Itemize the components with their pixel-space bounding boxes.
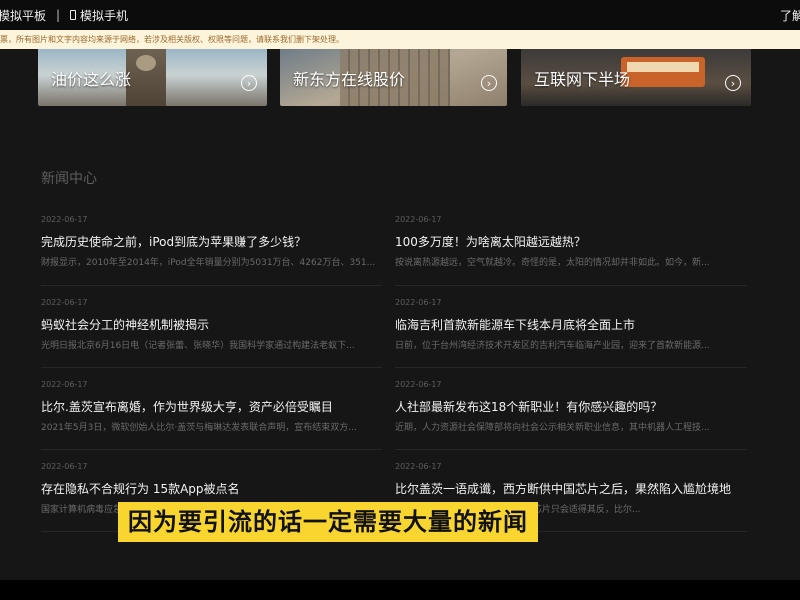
- news-date: 2022-06-17: [41, 298, 88, 307]
- news-date: 2022-06-17: [395, 462, 442, 471]
- chevron-right-circle-icon: ›: [481, 75, 497, 91]
- news-title[interactable]: 比尔盖茨一语成谶，西方断供中国芯片之后，果然陷入尴尬境地: [395, 480, 750, 498]
- notice-text: 票，所有图片和文字内容均来源于网络，若涉及相关版权、权限等问题，请联系我们删下架…: [0, 35, 344, 44]
- news-item[interactable]: 2022-06-17 比尔.盖茨宣布离婚，作为世界级大亨，资产必倍受瞩目 202…: [41, 378, 396, 435]
- chevron-right-circle-icon: ›: [725, 75, 741, 91]
- news-title[interactable]: 完成历史使命之前，iPod到底为苹果赚了多少钱？: [41, 233, 396, 251]
- news-title[interactable]: 比尔.盖茨宣布离婚，作为世界级大亨，资产必倍受瞩目: [41, 398, 396, 416]
- top-bar: 模拟平板 | 模拟手机 了解: [0, 0, 800, 30]
- bottom-bar: [0, 580, 800, 600]
- news-item[interactable]: 2022-06-17 人社部最新发布这18个新职业！有你感兴趣的吗？ 近期，人力…: [395, 378, 750, 435]
- row-divider: [395, 449, 747, 450]
- news-title[interactable]: 人社部最新发布这18个新职业！有你感兴趣的吗？: [395, 398, 750, 416]
- tablet-mode-link[interactable]: 模拟平板: [0, 7, 46, 24]
- news-item[interactable]: 2022-06-17 100多万度！为啥离太阳越远越热？ 按说离热源越远，空气就…: [395, 213, 750, 270]
- copyright-notice: 票，所有图片和文字内容均来源于网络，若涉及相关版权、权限等问题，请联系我们删下架…: [0, 30, 800, 49]
- video-subtitle: 因为要引流的话一定需要大量的新闻: [118, 502, 538, 542]
- news-date: 2022-06-17: [395, 298, 442, 307]
- row-divider: [41, 449, 382, 450]
- card-image-bus: [621, 57, 705, 87]
- news-date: 2022-06-17: [395, 215, 442, 224]
- news-date: 2022-06-17: [41, 380, 88, 389]
- news-summary: 日前，位于台州湾经济技术开发区的吉利汽车临海产业园，迎来了首款新能源...: [395, 341, 710, 351]
- phone-icon: [70, 10, 76, 20]
- news-date: 2022-06-17: [395, 380, 442, 389]
- learn-more-label: 了解: [780, 8, 800, 23]
- card-image-tower: [126, 49, 166, 106]
- news-title[interactable]: 临海吉利首款新能源车下线本月底将全面上市: [395, 316, 750, 334]
- row-divider: [41, 285, 382, 286]
- news-item[interactable]: 2022-06-17 临海吉利首款新能源车下线本月底将全面上市 日前，位于台州湾…: [395, 296, 750, 353]
- news-summary: 按说离热源越远，空气就越冷。奇怪的是，太阳的情况却并非如此。如今，新...: [395, 258, 710, 268]
- news-item[interactable]: 2022-06-17 完成历史使命之前，iPod到底为苹果赚了多少钱？ 财报显示…: [41, 213, 396, 270]
- news-title[interactable]: 100多万度！为啥离太阳越远越热？: [395, 233, 750, 251]
- chevron-right-circle-icon: ›: [241, 75, 257, 91]
- news-summary: 2021年5月3日，微软创始人比尔·盖茨与梅琳达发表联合声明，宣布结束双方...: [41, 423, 357, 433]
- news-date: 2022-06-17: [41, 462, 88, 471]
- feature-card-stock[interactable]: 新东方在线股价 ›: [280, 49, 507, 106]
- news-title[interactable]: 蚂蚁社会分工的神经机制被揭示: [41, 316, 396, 334]
- news-summary: 光明日报北京6月16日电（记者张蕾、张晓华）我国科学家通过构建法老蚁下...: [41, 341, 355, 351]
- row-divider: [395, 285, 747, 286]
- news-item[interactable]: 2022-06-17 蚂蚁社会分工的神经机制被揭示 光明日报北京6月16日电（记…: [41, 296, 396, 353]
- news-summary: 财报显示，2010年至2014年，iPod全年销量分别为5031万台、4262万…: [41, 258, 376, 268]
- topbar-separator: |: [56, 8, 61, 22]
- news-title[interactable]: 存在隐私不合规行为 15款App被点名: [41, 480, 396, 498]
- phone-mode-label: 模拟手机: [80, 8, 129, 23]
- card-label: 油价这么涨: [51, 70, 132, 89]
- tablet-mode-label: 模拟平板: [0, 8, 47, 23]
- news-date: 2022-06-17: [41, 215, 88, 224]
- feature-card-oil-price[interactable]: 油价这么涨 ›: [38, 49, 267, 106]
- row-divider: [41, 367, 382, 368]
- feature-card-internet[interactable]: 互联网下半场 ›: [521, 49, 751, 106]
- feature-cards: 油价这么涨 › 新东方在线股价 › 互联网下半场 ›: [0, 49, 800, 107]
- card-label: 互联网下半场: [534, 70, 631, 89]
- learn-more-link[interactable]: 了解: [780, 7, 800, 24]
- card-label: 新东方在线股价: [293, 70, 406, 89]
- row-divider: [395, 367, 747, 368]
- phone-mode-link[interactable]: 模拟手机: [70, 7, 128, 24]
- news-center-title: 新闻中心: [41, 171, 97, 187]
- news-summary: 近期，人力资源社会保障部将向社会公示相关新职业信息，其中机器人工程技...: [395, 423, 710, 433]
